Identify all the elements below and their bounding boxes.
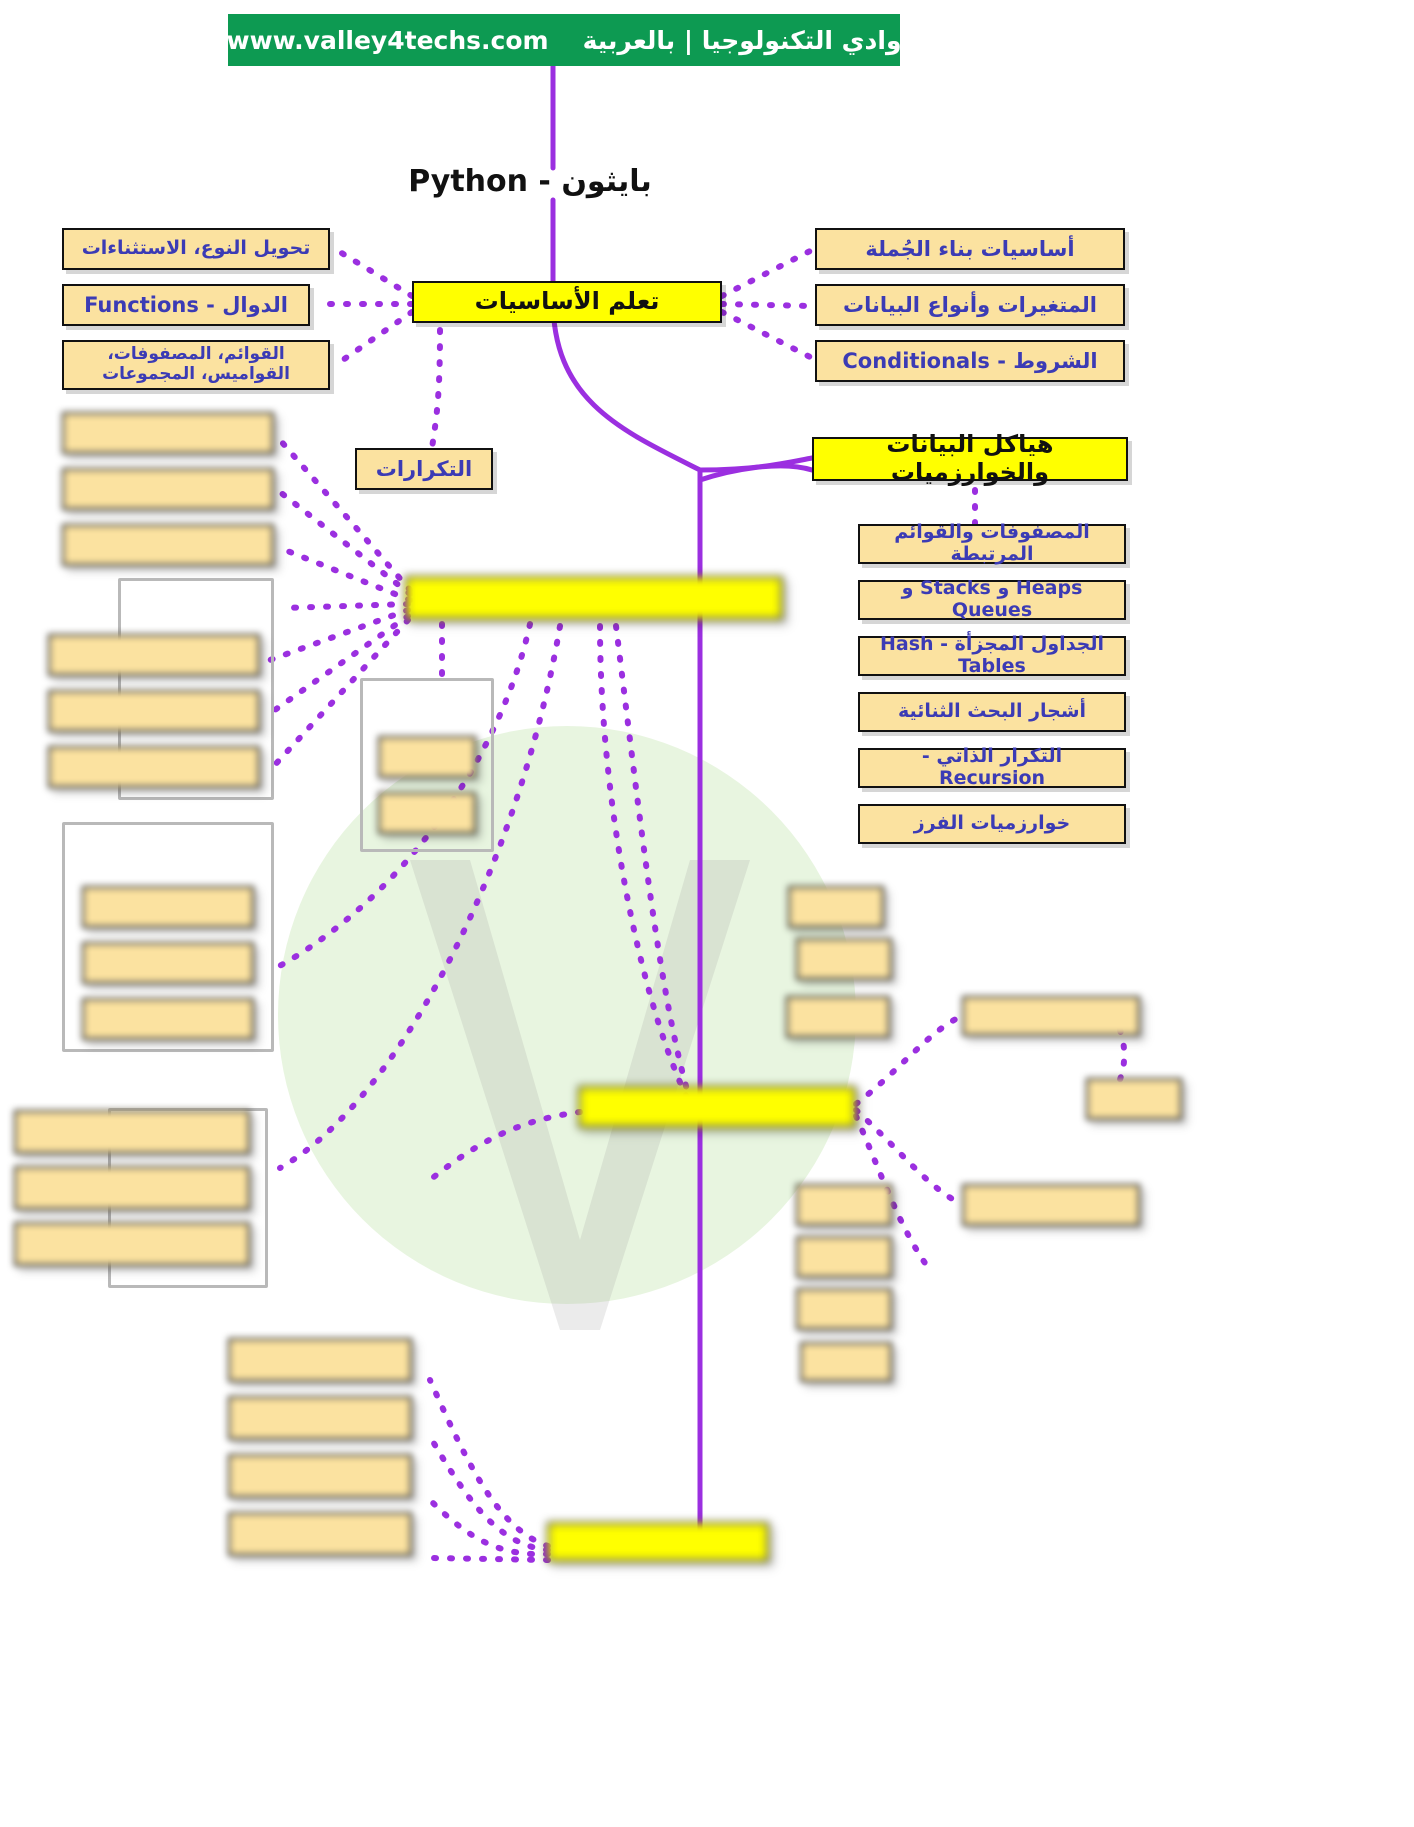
redacted-item[interactable] — [796, 1236, 892, 1278]
basics-child-functions[interactable]: الدوال - Functions — [62, 284, 310, 326]
basics-child-type-conversion[interactable]: تحويل النوع، الاستثناءات — [62, 228, 330, 270]
dsa-child-heaps-stacks-queues[interactable]: Heaps و Stacks و Queues — [858, 577, 1126, 621]
redacted-alert-node-lower[interactable] — [962, 1184, 1140, 1226]
redacted-item[interactable] — [228, 1512, 412, 1556]
redacted-item[interactable] — [796, 1184, 892, 1226]
redacted-item[interactable] — [228, 1396, 412, 1440]
dsa-child-binary-search-trees[interactable]: أشجار البحث الثنائية — [858, 692, 1126, 732]
basics-child-syntax[interactable]: أساسيات بناء الجُملة — [815, 228, 1125, 270]
redacted-item[interactable] — [228, 1454, 412, 1498]
redacted-item[interactable] — [786, 996, 890, 1038]
branch-node-redacted-lower[interactable] — [578, 1086, 856, 1128]
branch-node-redacted-bottom[interactable] — [547, 1522, 769, 1562]
redacted-item[interactable] — [62, 468, 274, 510]
dsa-child-hash-tables[interactable]: الجداول المجزأة - Hash Tables — [858, 633, 1126, 677]
branch-node-redacted-middle[interactable] — [405, 576, 783, 620]
dsa-child-recursion[interactable]: التكرار الذاتي - Recursion — [858, 745, 1126, 789]
dsa-child-arrays-linkedlists[interactable]: المصفوفات والقوائم المرتبطة — [858, 521, 1126, 565]
redacted-item[interactable] — [48, 690, 260, 732]
site-header-banner: وادي التكنولوجيا | بالعربية www.valley4t… — [226, 14, 902, 66]
branch-node-dsa[interactable]: هياكل البيانات والخوارزميات — [812, 431, 1128, 486]
redacted-item[interactable] — [48, 746, 260, 788]
redacted-item[interactable] — [800, 1342, 892, 1382]
redacted-item[interactable] — [48, 634, 260, 676]
dsa-child-sorting-algorithms[interactable]: خوارزميات الفرز — [858, 804, 1126, 844]
header-arabic-title: وادي التكنولوجيا | بالعربية — [582, 25, 902, 55]
redacted-item[interactable] — [82, 998, 254, 1040]
basics-child-collections[interactable]: القوائم، المصفوفات، القواميس، المجموعات — [62, 340, 330, 390]
redacted-item[interactable] — [14, 1166, 250, 1210]
redacted-item[interactable] — [14, 1110, 250, 1154]
header-website-url: www.valley4techs.com — [226, 25, 549, 55]
redacted-item[interactable] — [14, 1222, 250, 1266]
basics-child-iterations[interactable]: التكرارات — [355, 448, 493, 490]
redacted-item[interactable] — [796, 938, 892, 980]
redacted-alert-node-upper[interactable] — [962, 996, 1140, 1036]
redacted-far-right-node[interactable] — [1086, 1078, 1182, 1120]
basics-child-variables[interactable]: المتغيرات وأنواع البيانات — [815, 284, 1125, 326]
redacted-item[interactable] — [796, 1288, 892, 1330]
page-title: بايثون - Python — [408, 164, 652, 199]
redacted-panel-title — [374, 688, 480, 708]
redacted-item[interactable] — [82, 886, 254, 928]
redacted-item[interactable] — [378, 792, 476, 834]
redacted-item[interactable] — [82, 942, 254, 984]
redacted-panel-title — [78, 832, 248, 852]
basics-child-conditionals[interactable]: الشروط - Conditionals — [815, 340, 1125, 382]
redacted-item[interactable] — [62, 412, 274, 454]
redacted-item[interactable] — [788, 886, 884, 928]
redacted-item[interactable] — [62, 524, 274, 566]
branch-node-basics[interactable]: تعلم الأساسيات — [412, 281, 722, 323]
redacted-item[interactable] — [228, 1338, 412, 1382]
redacted-panel-title — [136, 584, 266, 604]
mindmap-canvas: وادي التكنولوجيا | بالعربية www.valley4t… — [0, 0, 1414, 1827]
redacted-item[interactable] — [378, 736, 476, 778]
